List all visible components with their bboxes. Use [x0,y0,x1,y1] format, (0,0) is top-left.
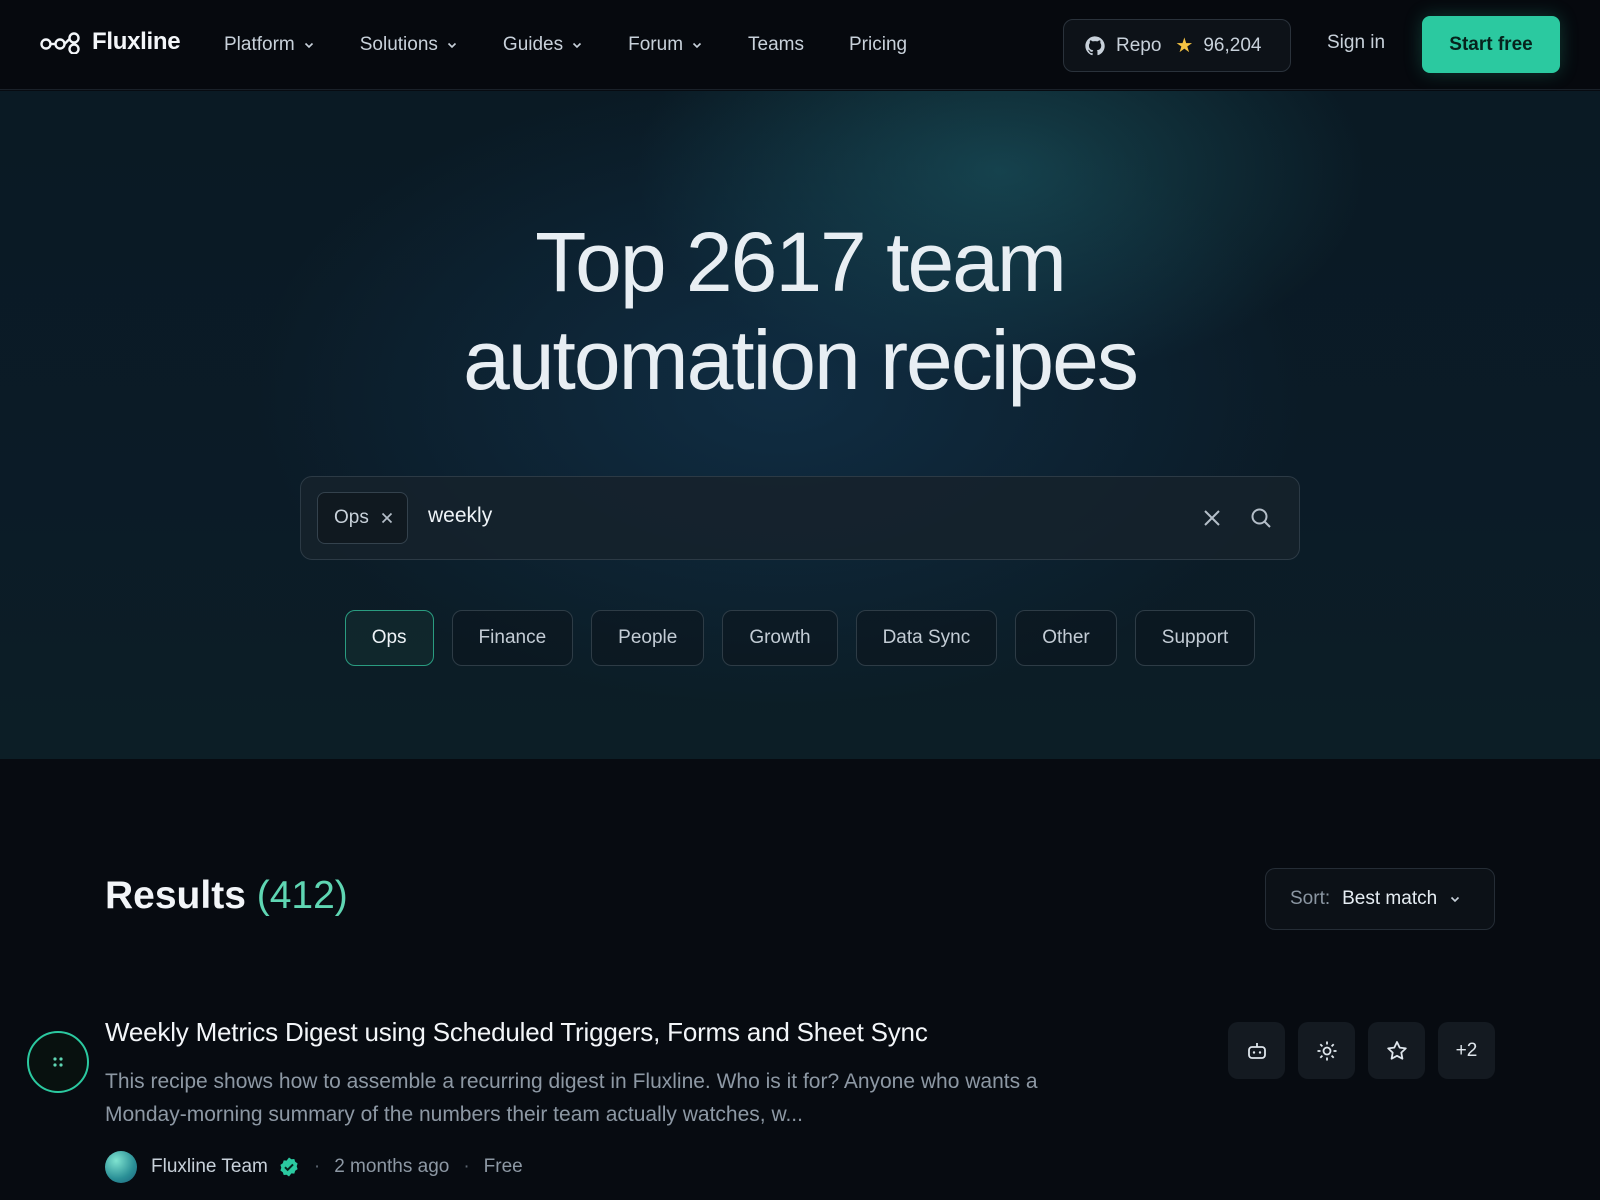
chevron-down-icon [304,42,313,49]
sort-value: Best match [1342,888,1438,909]
filter-finance[interactable]: Finance [451,610,574,666]
sign-in-link[interactable]: Sign in [1327,32,1385,54]
integration-settings[interactable] [1298,1022,1355,1079]
dots-icon [53,1057,63,1067]
result-meta: Fluxline Team · 2 months ago · Free [105,1151,523,1183]
sun-gear-icon [1317,1041,1336,1060]
category-filters: Ops Finance People Growth Data Sync Othe… [0,610,1600,666]
results-count: (412) [256,874,348,917]
integration-bot[interactable] [1228,1022,1285,1079]
result-description: This recipe shows how to assemble a recu… [105,1070,1038,1126]
star-outline-icon [1386,1040,1407,1060]
start-free-button[interactable]: Start free [1422,16,1560,73]
top-nav: Fluxline Platform Solutions Guides Forum… [0,0,1600,90]
nav-item-guides[interactable]: Guides [503,34,583,56]
avatar [105,1151,137,1183]
result-title[interactable]: Weekly Metrics Digest using Scheduled Tr… [105,1017,928,1048]
integration-favorite[interactable] [1368,1022,1425,1079]
search-filter-chip[interactable]: Ops [317,492,408,544]
author-name[interactable]: Fluxline Team [151,1156,268,1178]
sort-label: Sort: [1290,888,1331,909]
sort-dropdown[interactable]: Sort: Best match [1265,868,1495,930]
chevron-down-icon [447,42,456,49]
repo-star-count: 96,204 [1203,34,1262,56]
more-integrations[interactable]: +2 [1438,1022,1495,1079]
search-bar: Ops weekly [300,476,1300,560]
brand-name: Fluxline [92,28,181,55]
nav-item-label: Solutions [359,34,438,55]
recipe-icon [27,1031,89,1093]
results-heading: Results (412) [105,874,348,918]
main-menu: Platform Solutions Guides Forum Teams Pr… [224,0,952,90]
filter-growth[interactable]: Growth [722,610,838,666]
nav-item-label: Pricing [849,34,908,55]
page-title: Top 2617 team automation recipes [0,213,1600,409]
chevron-down-icon [692,42,702,49]
filter-support[interactable]: Support [1134,610,1256,666]
integration-icons: +2 [1228,1022,1495,1079]
close-icon[interactable] [381,512,393,524]
result-time: 2 months ago [334,1156,450,1177]
nav-item-platform[interactable]: Platform [224,34,315,56]
brand-logo[interactable]: Fluxline [40,28,181,56]
nav-item-teams[interactable]: Teams [748,34,804,56]
results-label: Results [105,874,246,917]
nav-item-forum[interactable]: Forum [628,34,703,56]
chip-label: Ops [334,507,369,528]
nav-item-label: Guides [502,34,564,55]
search-input[interactable]: weekly [428,504,492,528]
title-line-1: Top 2617 team [535,215,1067,309]
repo-stars-button[interactable]: Repo ★ 96,204 [1063,19,1291,72]
logo-icon [40,32,80,54]
nav-item-solutions[interactable]: Solutions [360,34,458,56]
github-icon [1085,35,1105,55]
separator: · [463,1156,470,1177]
robot-icon [1247,1042,1266,1059]
nav-item-pricing[interactable]: Pricing [849,34,907,56]
filter-ops[interactable]: Ops [344,610,434,666]
nav-item-label: Platform [224,34,295,55]
title-line-2: automation recipes [463,313,1139,407]
result-price: Free [483,1156,523,1177]
search-icon[interactable] [1249,506,1273,530]
clear-search-icon[interactable] [1201,507,1223,529]
separator: · [313,1156,321,1177]
filter-other[interactable]: Other [1015,610,1117,666]
chevron-down-icon [1451,896,1460,903]
verified-badge-icon [280,1157,298,1177]
nav-item-label: Teams [748,34,804,55]
star-icon: ★ [1175,35,1194,57]
hero-section: Top 2617 team automation recipes Ops wee… [0,91,1600,759]
filter-data-sync[interactable]: Data Sync [855,610,998,666]
chevron-down-icon [573,42,582,49]
nav-item-label: Forum [628,34,684,55]
repo-label: Repo [1116,34,1162,56]
filter-people[interactable]: People [591,610,705,666]
